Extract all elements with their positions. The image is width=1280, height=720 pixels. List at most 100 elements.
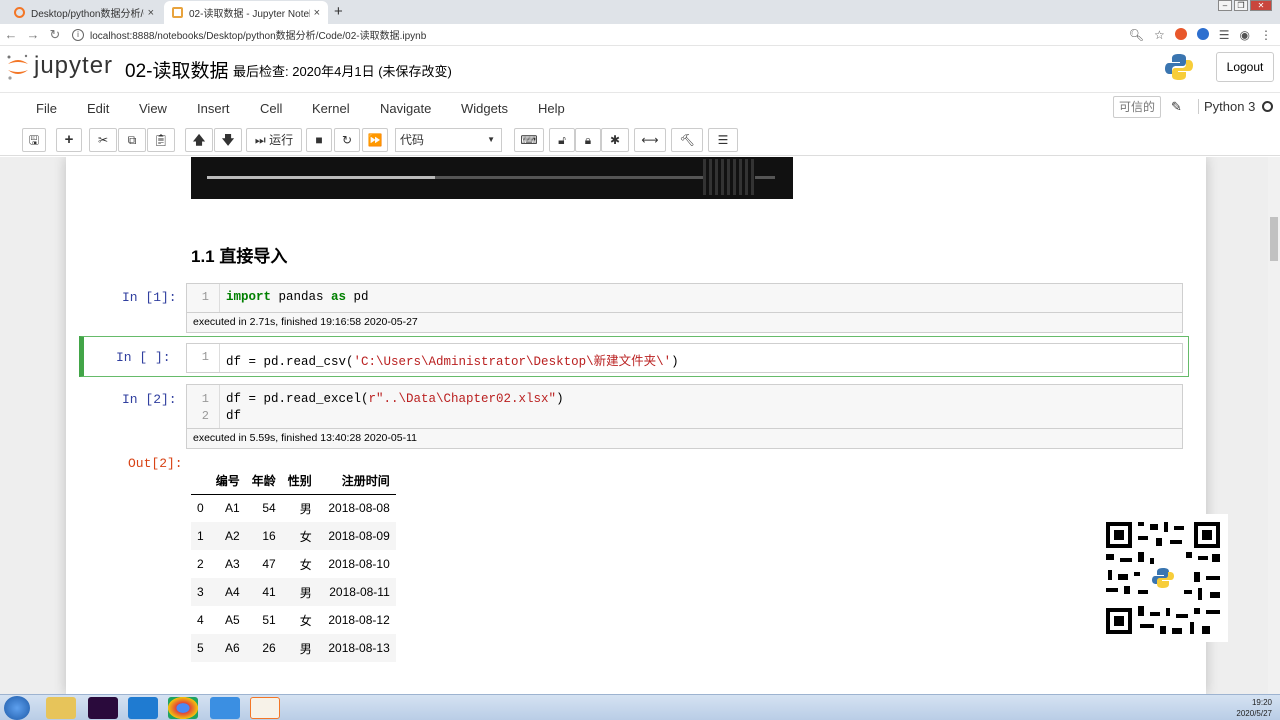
line-number: 2 (201, 409, 209, 423)
hammer-button[interactable]: 🔨︎ (671, 128, 703, 152)
vscode-icon[interactable] (128, 697, 158, 719)
keyword: as (331, 290, 347, 304)
code-cell-input[interactable]: 1 import pandas as pd (186, 283, 1183, 313)
browser-tab-home[interactable]: Desktop/python数据分析/Code/ × (6, 1, 162, 24)
code-cell-input[interactable]: 1 2 df = pd.read_excel(r"..\Data\Chapter… (186, 384, 1183, 429)
cell-prompt: In [1]: (122, 290, 177, 305)
close-window-icon[interactable]: ✕ (1250, 0, 1272, 11)
menu-insert[interactable]: Insert (197, 101, 230, 116)
column-header (191, 468, 210, 495)
file-explorer-icon[interactable] (46, 697, 76, 719)
menu-help[interactable]: Help (538, 101, 565, 116)
table-row: 4 A5 51 女 2018-08-12 (191, 606, 396, 634)
system-clock[interactable]: 19:20 2020/5/27 (1236, 697, 1272, 719)
save-button[interactable]: 🖫 (22, 128, 46, 152)
insert-cell-button[interactable]: + (56, 128, 82, 152)
restart-button[interactable]: ↻ (334, 128, 360, 152)
move-up-button[interactable]: 🡅 (185, 128, 213, 152)
forward-icon[interactable]: → (22, 27, 44, 42)
table-cell: 2018-08-13 (317, 634, 396, 662)
logout-button[interactable]: Logout (1216, 52, 1274, 82)
browser-tab-notebook[interactable]: 02-读取数据 - Jupyter Noteboo × (164, 1, 328, 24)
table-cell: 2018-08-08 (328, 501, 390, 516)
cell-type-value: 代码 (400, 133, 425, 147)
table-cell: 54 (262, 501, 276, 516)
cell-prompt: In [ ]: (116, 350, 171, 365)
premiere-icon[interactable] (88, 697, 118, 719)
cut-button[interactable]: ✂ (89, 128, 117, 152)
jupyter-logo-text[interactable]: jupyter (34, 52, 113, 80)
extension-icon[interactable] (1196, 28, 1209, 40)
restart-run-all-button[interactable]: ⏩ (362, 128, 388, 152)
move-down-button[interactable]: 🡇 (214, 128, 242, 152)
table-cell: 男 (281, 578, 318, 606)
cell-type-select[interactable]: 代码 ▼ (395, 128, 502, 152)
string-literal: r"..\Data\Chapter02.xlsx" (368, 392, 557, 406)
table-cell: 2018-08-11 (317, 578, 396, 606)
menu-navigate[interactable]: Navigate (380, 101, 431, 116)
back-icon[interactable]: ← (0, 27, 22, 42)
menu-file[interactable]: File (36, 101, 57, 116)
code-cell-input[interactable]: 1 df = pd.read_csv('C:\Users\Administrat… (186, 343, 1183, 373)
menu-edit[interactable]: Edit (87, 101, 109, 116)
scrollbar-thumb[interactable] (1270, 217, 1278, 261)
expand-width-button[interactable]: ⟷ (634, 128, 666, 152)
kernel-name[interactable]: Python 3 (1198, 99, 1255, 114)
checkpoint-status: 最后检查: 2020年4月1日 (未保存改变) (233, 64, 452, 79)
paste-button[interactable]: 📋︎ (147, 128, 175, 152)
video-progress-bar[interactable] (207, 176, 775, 179)
menu-widgets[interactable]: Widgets (461, 101, 508, 116)
embedded-video[interactable] (191, 157, 793, 199)
clock-date: 2020/5/27 (1236, 709, 1272, 718)
more-menu-icon[interactable]: ⋮ (1260, 28, 1272, 42)
table-cell: A1 (225, 501, 240, 516)
chevron-down-icon: ▼ (487, 135, 495, 144)
screen-recorder-icon[interactable] (210, 697, 240, 719)
run-button[interactable]: ⏭ 运行 (246, 128, 302, 152)
table-cell: 2018-08-10 (328, 557, 390, 571)
edit-mode-pencil-icon: ✎ (1171, 99, 1182, 114)
restore-icon[interactable]: ❐ (1234, 0, 1248, 11)
lock-button[interactable]: 🔒︎ (575, 128, 601, 152)
table-header-row: 编号 年龄 性别 注册时间 (191, 468, 396, 495)
table-cell: A5 (225, 613, 240, 627)
dataframe-table: 编号 年龄 性别 注册时间 0 A1 54 男 2018-08-08 1 A2 16 女 201… (191, 468, 396, 662)
chrome-icon[interactable] (168, 697, 198, 719)
extensions-menu-icon[interactable]: ☰ (1219, 28, 1230, 42)
url-field[interactable]: localhost:8888/notebooks/Desktop/python数… (90, 27, 426, 42)
row-index: 5 (191, 634, 210, 662)
info-icon[interactable]: i (72, 28, 84, 41)
asterisk-button[interactable]: ✱ (601, 128, 629, 152)
command-palette-button[interactable]: ⌨ (514, 128, 544, 152)
keyword: import (226, 290, 272, 304)
page-scrollbar[interactable] (1268, 157, 1280, 694)
close-icon[interactable]: × (314, 7, 320, 19)
new-tab-button[interactable]: + (334, 3, 343, 20)
tab-title: Desktop/python数据分析/Code/ (31, 9, 144, 20)
reload-icon[interactable]: ↻ (44, 27, 66, 43)
menu-kernel[interactable]: Kernel (312, 101, 350, 116)
code-text: ) (556, 392, 564, 406)
bookmark-star-icon[interactable]: ☆ (1154, 28, 1165, 42)
table-cell: 2018-08-12 (328, 613, 390, 627)
copy-button[interactable]: ⧉ (118, 128, 146, 152)
start-button-icon[interactable] (4, 696, 30, 720)
profile-icon[interactable]: ◉ (1240, 28, 1250, 42)
extension-icon[interactable] (1174, 28, 1187, 40)
minimize-icon[interactable]: – (1218, 0, 1232, 11)
unlock-button[interactable]: 🔓︎ (549, 128, 575, 152)
menu-view[interactable]: View (139, 101, 167, 116)
jupyter-taskbar-icon[interactable] (250, 697, 280, 719)
table-row: 3 A4 41 男 2018-08-11 (191, 578, 396, 606)
toc-button[interactable]: ☰ (708, 128, 738, 152)
close-icon[interactable]: × (148, 7, 154, 19)
interrupt-button[interactable]: ■ (306, 128, 332, 152)
column-header: 性别 (281, 468, 318, 495)
notebook-name[interactable]: 02-读取数据 (125, 56, 228, 83)
jupyter-favicon-icon (172, 7, 183, 18)
menu-cell[interactable]: Cell (260, 101, 282, 116)
trusted-indicator[interactable]: 可信的 (1113, 96, 1161, 118)
address-bar: ← → ↻ i localhost:8888/notebooks/Desktop… (0, 24, 1280, 46)
code-text: df = pd.read_excel( (226, 392, 369, 406)
zoom-icon[interactable]: 🔍︎ (1129, 28, 1144, 42)
